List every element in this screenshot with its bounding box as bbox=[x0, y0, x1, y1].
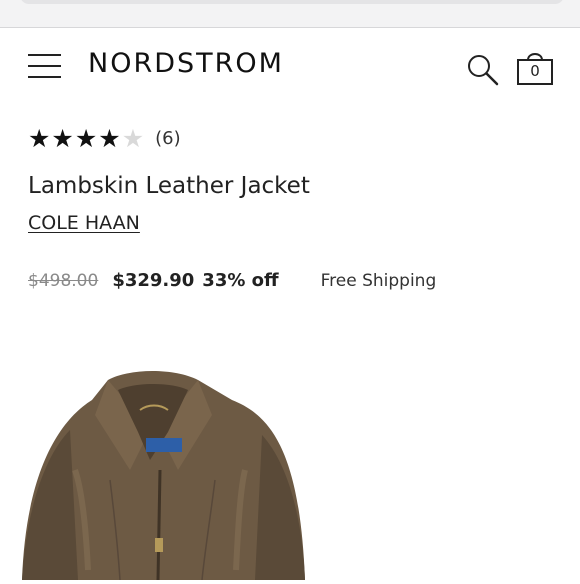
brand-link[interactable]: COLE HAAN bbox=[28, 212, 140, 234]
review-count[interactable]: (6) bbox=[155, 128, 181, 149]
product-image[interactable] bbox=[0, 360, 580, 581]
address-bar[interactable] bbox=[20, 0, 564, 4]
search-icon[interactable] bbox=[466, 53, 500, 87]
product-title: Lambskin Leather Jacket bbox=[28, 173, 310, 199]
price-row: $498.00 $329.90 33% off Free Shipping bbox=[28, 270, 436, 291]
original-price: $498.00 bbox=[28, 271, 99, 291]
star-empty-icon: ★ bbox=[121, 123, 145, 153]
star-icon: ★ bbox=[74, 123, 98, 153]
bag-count: 0 bbox=[530, 62, 540, 80]
sale-price: $329.90 bbox=[112, 270, 195, 291]
shopping-bag-icon[interactable]: 0 bbox=[516, 50, 554, 86]
store-logo[interactable]: NORDSTROM bbox=[88, 48, 284, 79]
hamburger-icon[interactable] bbox=[28, 54, 61, 78]
shipping-info: Free Shipping bbox=[320, 271, 437, 291]
star-icon: ★ bbox=[28, 123, 51, 153]
star-icon: ★ bbox=[98, 123, 121, 153]
star-rating[interactable]: ★ ★ ★ ★ ★ (6) bbox=[28, 124, 181, 152]
star-icon: ★ bbox=[51, 123, 74, 153]
discount-badge: 33% off bbox=[202, 270, 279, 291]
browser-chrome bbox=[0, 0, 580, 28]
